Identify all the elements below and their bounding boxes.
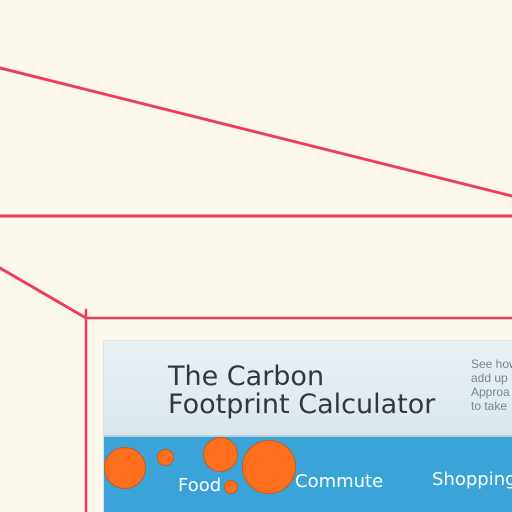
carbon-calculator-screen: The Carbon Footprint Calculator See how … [104, 341, 512, 512]
upper-diagonal-line [0, 66, 512, 198]
orange-bubble-small-left [157, 449, 174, 466]
intro-text: See how add up Approa to take [471, 357, 512, 413]
photo-scene: The Carbon Footprint Calculator See how … [0, 0, 512, 512]
tab-shopping[interactable]: Shopping [432, 469, 512, 491]
calculator-header: The Carbon Footprint Calculator See how … [104, 341, 512, 437]
orange-bubble-top-middle [203, 437, 238, 472]
lower-diagonal-line [0, 266, 88, 320]
tab-food[interactable]: Food [178, 475, 221, 497]
page-title: The Carbon Footprint Calculator [168, 361, 436, 420]
orange-bubble-tiny [224, 480, 238, 494]
tab-commute[interactable]: Commute [295, 471, 383, 493]
orange-bubble-large-right [242, 440, 296, 494]
orange-bubble-large-left [104, 447, 146, 489]
